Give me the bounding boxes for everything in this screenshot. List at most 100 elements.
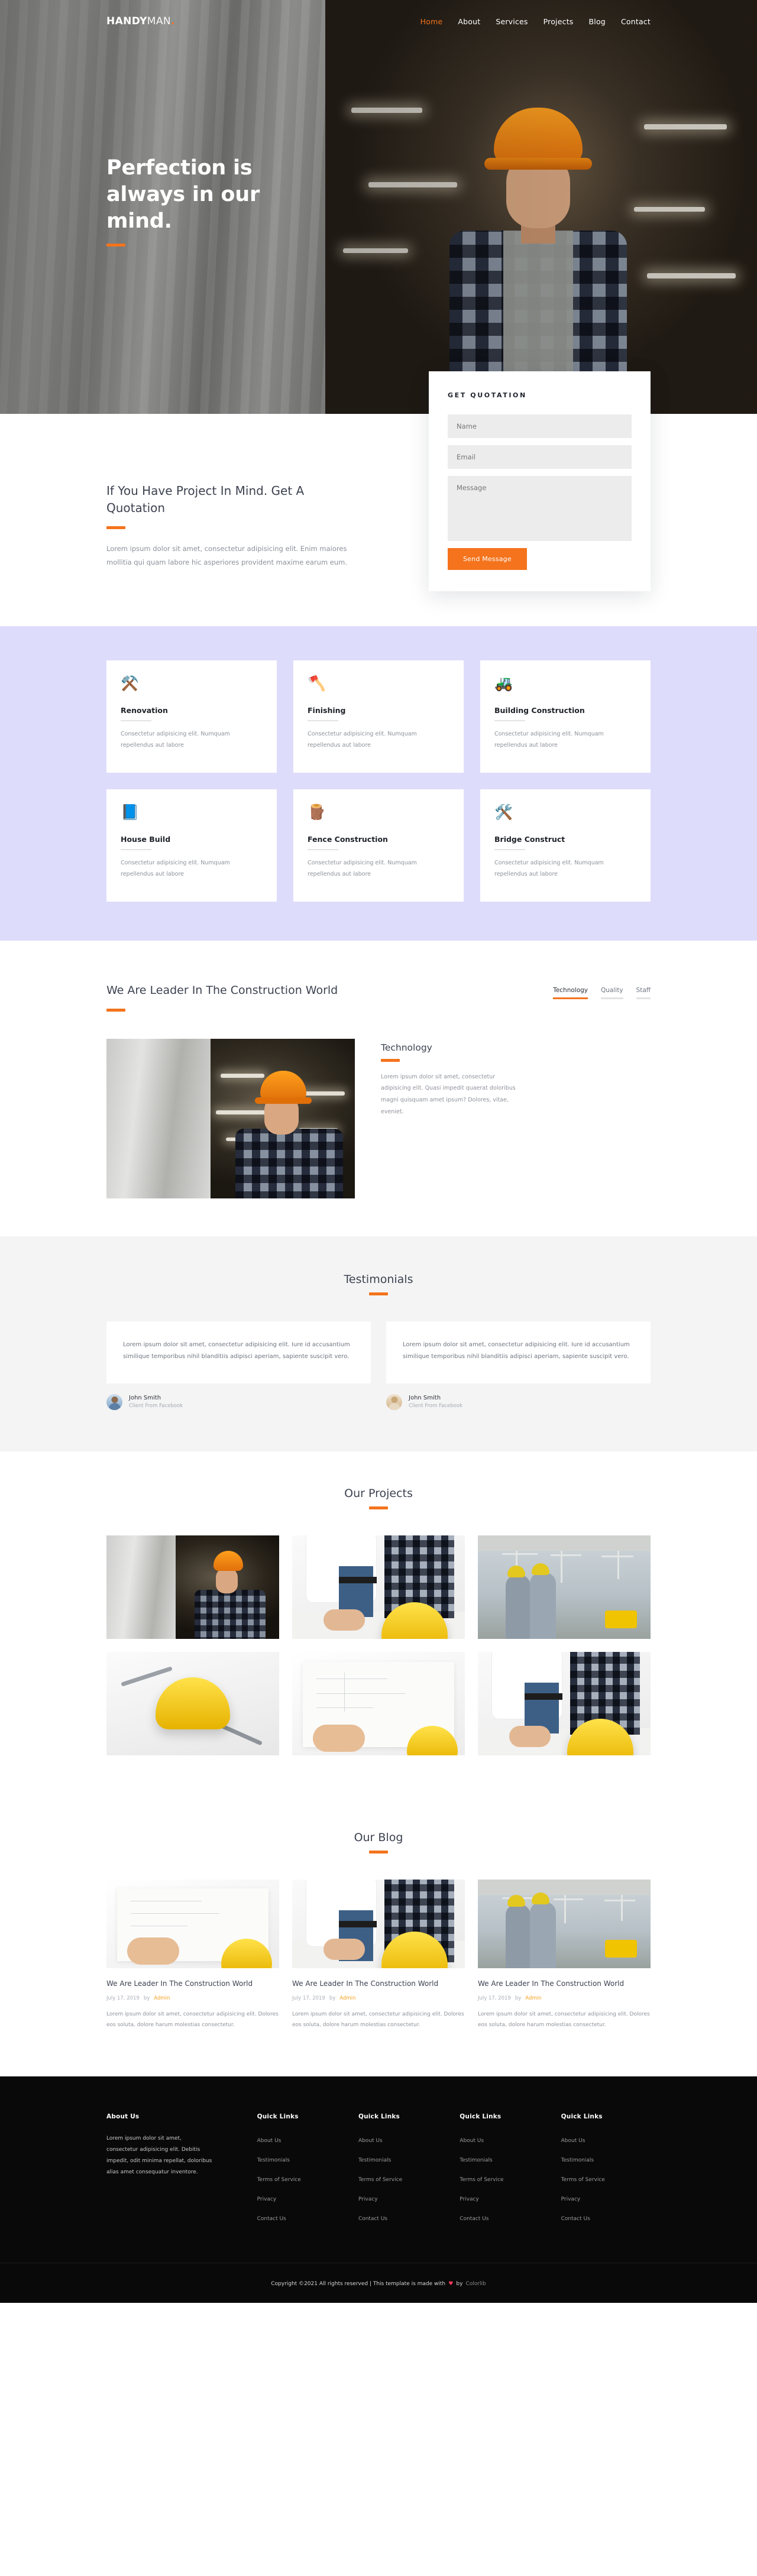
- blog-post-author[interactable]: Admin: [154, 1995, 170, 2001]
- list-item: Testimonials: [561, 2153, 651, 2164]
- tab-underline: [601, 997, 623, 999]
- service-card[interactable]: 🚜 Building Construction Consectetur adip…: [480, 660, 651, 773]
- leader-panel: Technology Lorem ipsum dolor sit amet, c…: [381, 1039, 520, 1119]
- footer-link-contact-us[interactable]: Contact Us: [561, 2216, 590, 2222]
- footer-link-terms-of-service[interactable]: Terms of Service: [460, 2177, 503, 2183]
- main-nav: Home About Services Projects Blog Contac…: [420, 17, 651, 26]
- blog-post-card[interactable]: We Are Leader In The Construction World …: [292, 1879, 465, 2031]
- footer-link-contact-us[interactable]: Contact Us: [460, 2216, 489, 2222]
- tab-quality[interactable]: Quality: [601, 987, 623, 999]
- service-card[interactable]: ⚒️ Renovation Consectetur adipisicing el…: [106, 660, 277, 773]
- list-item: About Us: [257, 2133, 347, 2144]
- testimonial-author-role: Client From Facebook: [129, 1403, 183, 1409]
- testimonial-author-role: Client From Facebook: [409, 1403, 463, 1409]
- footer-links-column: Quick Links About Us Testimonials Terms …: [561, 2113, 651, 2231]
- blog-thumbnail: [292, 1879, 465, 1968]
- blog-post-meta: July 17, 2019 by Admin: [292, 1995, 465, 2001]
- footer-link-list: About Us Testimonials Terms of Service P…: [561, 2133, 651, 2222]
- blog-thumbnail: [106, 1879, 279, 1968]
- blog-post-author[interactable]: Admin: [525, 1995, 541, 2001]
- footer-link-contact-us[interactable]: Contact Us: [358, 2216, 387, 2222]
- footer-link-contact-us[interactable]: Contact Us: [257, 2216, 286, 2222]
- nav-item-home[interactable]: Home: [420, 17, 443, 26]
- footer-link-about-us[interactable]: About Us: [358, 2138, 383, 2144]
- project-thumbnail[interactable]: [292, 1651, 465, 1755]
- blog-post-excerpt: Lorem ipsum dolor sit amet, consectetur …: [478, 2011, 650, 2029]
- service-card[interactable]: 🪓 Finishing Consectetur adipisicing elit…: [293, 660, 464, 773]
- service-rule: [308, 849, 338, 850]
- footer-link-privacy[interactable]: Privacy: [358, 2196, 378, 2202]
- blog-post-date: July 17, 2019: [106, 1995, 140, 2002]
- footer-link-testimonials[interactable]: Testimonials: [257, 2157, 290, 2163]
- nav-item-blog[interactable]: Blog: [589, 17, 606, 26]
- footer-link-terms-of-service[interactable]: Terms of Service: [257, 2177, 301, 2183]
- blog-post-by: by: [329, 1995, 336, 2002]
- footer-link-about-us[interactable]: About Us: [561, 2138, 585, 2144]
- service-card[interactable]: 🛠️ Bridge Construct Consectetur adipisic…: [480, 789, 651, 902]
- service-card[interactable]: 🪵 Fence Construction Consectetur adipisi…: [293, 789, 464, 902]
- blog-header: Our Blog: [106, 1831, 651, 1854]
- logo-bold: HANDY: [106, 15, 147, 27]
- footer-link-testimonials[interactable]: Testimonials: [460, 2157, 492, 2163]
- site-logo[interactable]: HANDYMAN.: [106, 15, 175, 27]
- footer-link-about-us[interactable]: About Us: [460, 2138, 484, 2144]
- footer-link-privacy[interactable]: Privacy: [460, 2196, 479, 2202]
- service-rule: [494, 720, 525, 721]
- colorlib-link[interactable]: Colorlib: [466, 2281, 486, 2287]
- tractor-icon: 🚜: [494, 675, 513, 692]
- service-title: Finishing: [308, 706, 346, 715]
- blog-post-by: by: [143, 1995, 150, 2002]
- blog-post-card[interactable]: We Are Leader In The Construction World …: [478, 1879, 651, 2031]
- footer-link-terms-of-service[interactable]: Terms of Service: [561, 2177, 605, 2183]
- service-rule: [308, 720, 338, 721]
- email-input[interactable]: [448, 445, 632, 469]
- project-thumbnail[interactable]: [478, 1535, 651, 1639]
- footer-link-testimonials[interactable]: Testimonials: [561, 2157, 594, 2163]
- footer-link-about-us[interactable]: About Us: [257, 2138, 282, 2144]
- blog-post-meta: July 17, 2019 by Admin: [478, 1995, 651, 2001]
- project-thumbnail[interactable]: [106, 1535, 279, 1639]
- quotation-description: Lorem ipsum dolor sit amet, consectetur …: [106, 545, 348, 566]
- nav-item-services[interactable]: Services: [496, 17, 528, 26]
- project-thumbnail[interactable]: [106, 1651, 279, 1755]
- list-item: Terms of Service: [561, 2172, 651, 2183]
- footer-link-terms-of-service[interactable]: Terms of Service: [358, 2177, 402, 2183]
- nav-item-about[interactable]: About: [458, 17, 480, 26]
- message-input[interactable]: [448, 476, 632, 541]
- tab-staff[interactable]: Staff: [636, 987, 651, 999]
- service-card[interactable]: 📘 House Build Consectetur adipisicing el…: [106, 789, 277, 902]
- blog-post-card[interactable]: We Are Leader In The Construction World …: [106, 1879, 279, 2031]
- logo-light: MAN: [147, 15, 172, 27]
- blog-post-author[interactable]: Admin: [339, 1995, 355, 2001]
- testimonial-author-name: John Smith: [129, 1395, 161, 1401]
- footer-link-privacy[interactable]: Privacy: [561, 2196, 581, 2202]
- list-item: Privacy: [460, 2192, 549, 2203]
- tab-technology[interactable]: Technology: [553, 987, 588, 999]
- hero-heading-line-2: always in our: [106, 182, 260, 206]
- footer-column-title: Quick Links: [460, 2113, 502, 2121]
- footer-link-testimonials[interactable]: Testimonials: [358, 2157, 391, 2163]
- footer-link-list: About Us Testimonials Terms of Service P…: [257, 2133, 347, 2222]
- service-title: House Build: [121, 835, 171, 844]
- nav-item-projects[interactable]: Projects: [544, 17, 574, 26]
- project-thumbnail[interactable]: [478, 1651, 651, 1755]
- service-title: Fence Construction: [308, 835, 388, 844]
- footer-link-privacy[interactable]: Privacy: [257, 2196, 277, 2202]
- project-thumbnail[interactable]: [292, 1535, 465, 1639]
- hero-accent-bar: [106, 244, 125, 247]
- list-item: About Us: [561, 2133, 651, 2144]
- footer-copyright-bar: Copyright ©2021 All rights reserved | Th…: [0, 2263, 757, 2303]
- nav-item-contact[interactable]: Contact: [621, 17, 651, 26]
- leader-panel-accent-bar: [381, 1058, 400, 1062]
- blog-post-title: We Are Leader In The Construction World: [478, 1979, 625, 1988]
- wheelbarrow-icon: 🛠️: [494, 803, 513, 821]
- send-message-button[interactable]: Send Message: [448, 548, 527, 570]
- testimonials-heading: Testimonials: [344, 1272, 413, 1286]
- fence-icon: 🪵: [308, 803, 326, 821]
- list-item: Terms of Service: [358, 2172, 448, 2183]
- quotation-heading: If You Have Project In Mind. Get A Quota…: [106, 484, 305, 515]
- service-text: Consectetur adipisicing elit. Numquam re…: [308, 731, 417, 749]
- name-input[interactable]: [448, 414, 632, 438]
- leader-heading: We Are Leader In The Construction World: [106, 984, 338, 997]
- avatar: [106, 1394, 122, 1410]
